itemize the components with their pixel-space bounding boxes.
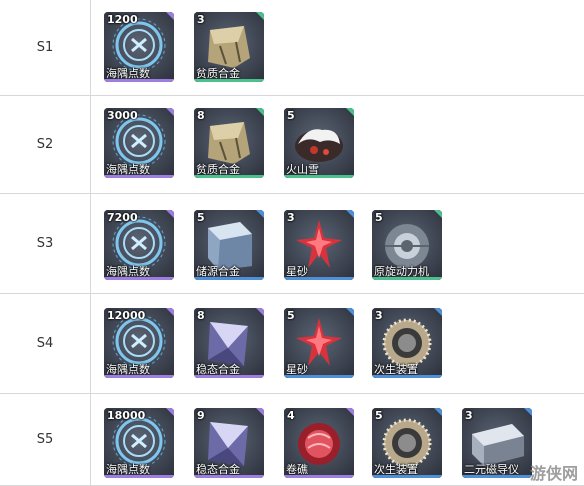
- item-count: 18000: [107, 409, 146, 422]
- reward-item-coral[interactable]: 4 卷礁: [284, 408, 354, 478]
- rarity-corner-icon: [434, 408, 442, 416]
- rarity-bar: [284, 277, 354, 280]
- rarity-corner-icon: [434, 210, 442, 218]
- reward-item-engine[interactable]: 5 原旋动力机: [372, 210, 442, 280]
- rarity-bar: [104, 79, 174, 82]
- reward-item-ring[interactable]: 5 次生装置: [372, 408, 442, 478]
- item-count: 7200: [107, 211, 138, 224]
- stage-label: S3: [36, 236, 54, 251]
- rarity-corner-icon: [166, 308, 174, 316]
- stage-label: S2: [36, 137, 54, 152]
- rarity-bar: [104, 475, 174, 478]
- stage-label: S1: [36, 40, 54, 55]
- reward-item-coin[interactable]: 3000 海隅点数: [104, 108, 174, 178]
- rarity-corner-icon: [166, 12, 174, 20]
- reward-row: S1 1200 海隅点数 3 贫质合金: [0, 0, 584, 96]
- reward-item-metal[interactable]: 3 二元磁导仪: [462, 408, 532, 478]
- reward-item-coin[interactable]: 12000 海隅点数: [104, 308, 174, 378]
- item-count: 8: [197, 109, 205, 122]
- item-count: 9: [197, 409, 205, 422]
- rarity-corner-icon: [256, 108, 264, 116]
- rarity-bar: [284, 175, 354, 178]
- item-count: 5: [197, 211, 205, 224]
- reward-item-ore[interactable]: 3 贫质合金: [194, 12, 264, 82]
- rarity-corner-icon: [166, 408, 174, 416]
- reward-item-coin[interactable]: 18000 海隅点数: [104, 408, 174, 478]
- item-count: 4: [287, 409, 295, 422]
- item-count: 5: [375, 211, 383, 224]
- item-count: 5: [287, 109, 295, 122]
- item-count: 3000: [107, 109, 138, 122]
- reward-item-prism[interactable]: 9 稳态合金: [194, 408, 264, 478]
- item-count: 3: [465, 409, 473, 422]
- rarity-corner-icon: [256, 308, 264, 316]
- rarity-corner-icon: [256, 210, 264, 218]
- reward-item-coin[interactable]: 1200 海隅点数: [104, 12, 174, 82]
- rarity-bar: [104, 277, 174, 280]
- stage-label: S4: [36, 336, 54, 351]
- item-count: 5: [287, 309, 295, 322]
- item-count: 5: [375, 409, 383, 422]
- rarity-bar: [194, 375, 264, 378]
- rarity-corner-icon: [166, 108, 174, 116]
- rarity-corner-icon: [346, 108, 354, 116]
- rarity-bar: [194, 277, 264, 280]
- item-count: 1200: [107, 13, 138, 26]
- rarity-bar: [372, 375, 442, 378]
- rarity-corner-icon: [434, 308, 442, 316]
- rarity-bar: [194, 175, 264, 178]
- rarity-bar: [194, 475, 264, 478]
- stage-label: S5: [36, 432, 54, 447]
- rewards-table: S1 1200 海隅点数 3 贫质合金 S2 3000 海隅点数 8 贫质合金 5 火山雪 S3 7200…: [0, 0, 584, 486]
- watermark: 游侠网: [529, 464, 578, 483]
- item-count: 12000: [107, 309, 146, 322]
- reward-item-star[interactable]: 3 星砂: [284, 210, 354, 280]
- rarity-bar: [462, 475, 532, 478]
- reward-row: S5 18000 海隅点数 9 稳态合金 4 卷礁 5 次生装置 3 二元磁导仪: [0, 394, 584, 486]
- reward-item-ring[interactable]: 3 次生装置: [372, 308, 442, 378]
- rarity-corner-icon: [346, 308, 354, 316]
- reward-row: S2 3000 海隅点数 8 贫质合金 5 火山雪: [0, 96, 584, 194]
- item-count: 3: [287, 211, 295, 224]
- rarity-bar: [104, 175, 174, 178]
- reward-item-star[interactable]: 5 星砂: [284, 308, 354, 378]
- item-count: 3: [375, 309, 383, 322]
- rarity-corner-icon: [524, 408, 532, 416]
- reward-item-prism[interactable]: 8 稳态合金: [194, 308, 264, 378]
- rarity-corner-icon: [256, 408, 264, 416]
- rarity-bar: [284, 375, 354, 378]
- reward-row: S4 12000 海隅点数 8 稳态合金 5 星砂 3 次生装置: [0, 294, 584, 394]
- item-count: 8: [197, 309, 205, 322]
- rarity-bar: [194, 79, 264, 82]
- rarity-corner-icon: [346, 408, 354, 416]
- rarity-corner-icon: [346, 210, 354, 218]
- rarity-bar: [104, 375, 174, 378]
- reward-row: S3 7200 海隅点数 5 储源合金 3 星砂 5 原旋动力机: [0, 194, 584, 294]
- rarity-bar: [284, 475, 354, 478]
- reward-item-coin[interactable]: 7200 海隅点数: [104, 210, 174, 280]
- rarity-bar: [372, 277, 442, 280]
- rarity-bar: [372, 475, 442, 478]
- reward-item-ore[interactable]: 8 贫质合金: [194, 108, 264, 178]
- rarity-corner-icon: [166, 210, 174, 218]
- item-count: 3: [197, 13, 205, 26]
- rarity-corner-icon: [256, 12, 264, 20]
- reward-item-snow[interactable]: 5 火山雪: [284, 108, 354, 178]
- reward-item-cube[interactable]: 5 储源合金: [194, 210, 264, 280]
